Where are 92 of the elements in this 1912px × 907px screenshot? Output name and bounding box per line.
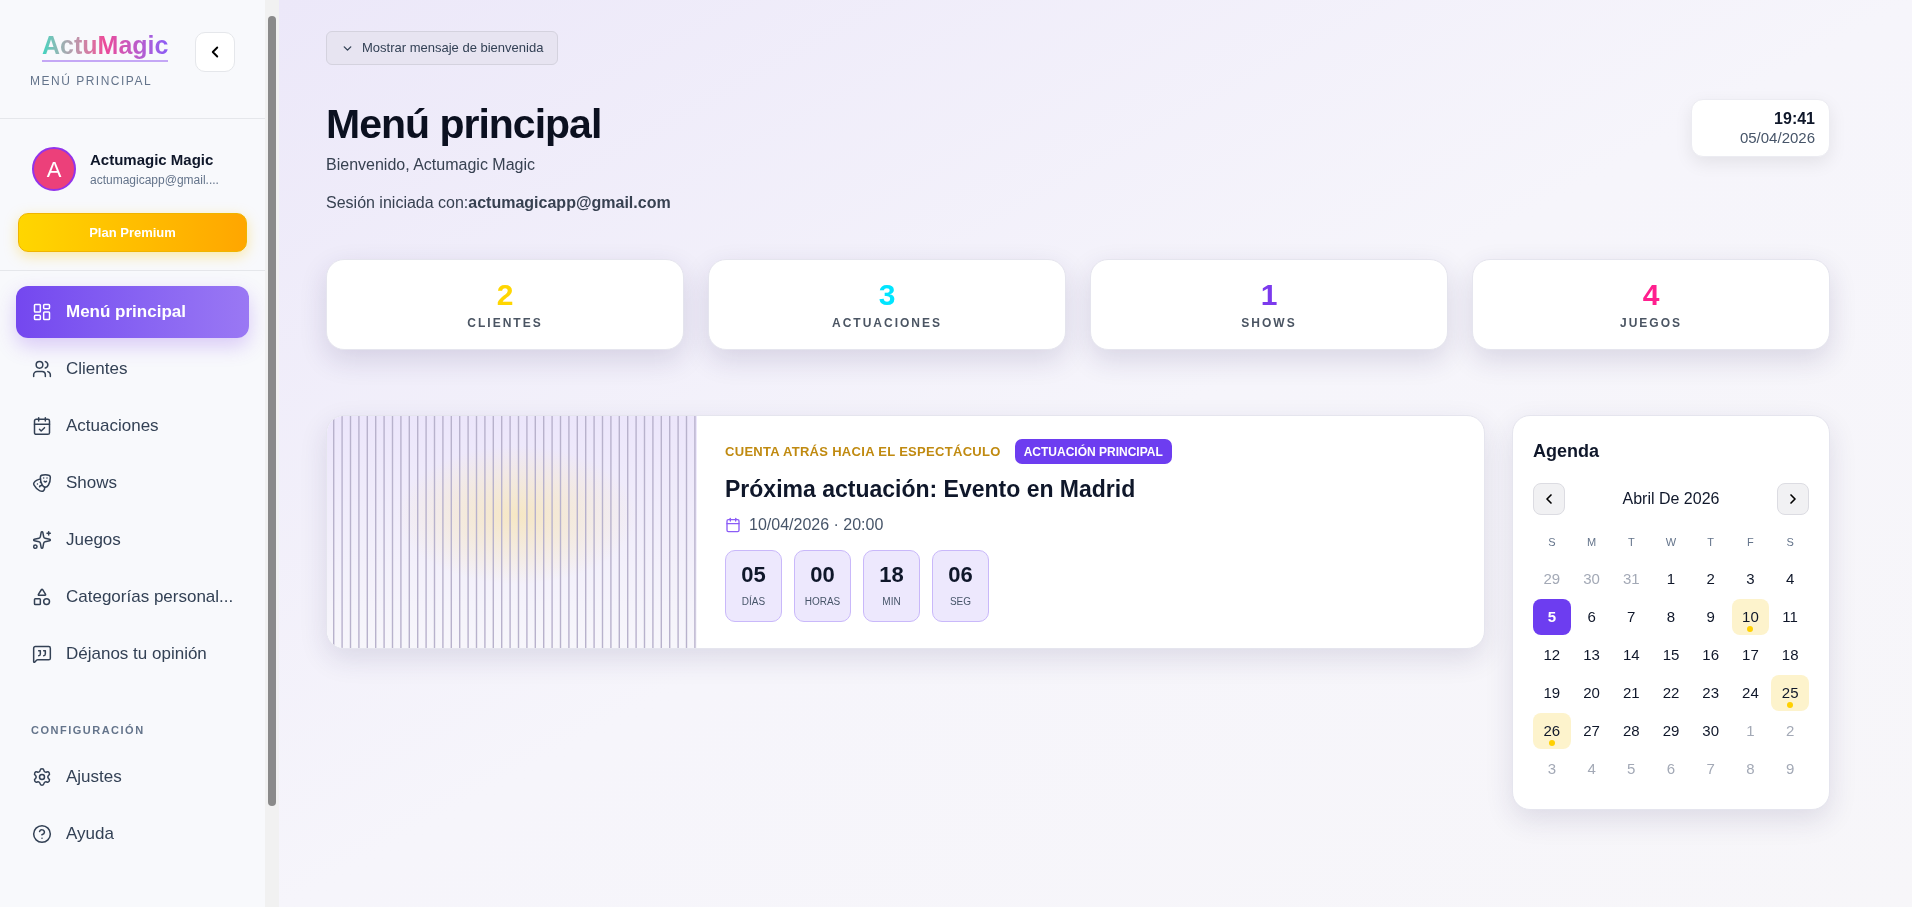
shapes-icon (32, 587, 52, 607)
calendar-day[interactable]: 24 (1731, 675, 1770, 711)
sidebar-item[interactable]: Déjanos tu opinión (16, 628, 249, 680)
sidebar-item[interactable]: Menú principal (16, 286, 249, 338)
calendar-icon (725, 516, 741, 533)
calendar-day[interactable]: 4 (1771, 561, 1809, 597)
weekday-label: W (1664, 534, 1678, 550)
weekday-label: T (1706, 534, 1716, 550)
event-datetime: 10/04/2026 · 20:00 (749, 514, 884, 535)
calendar-day[interactable]: 2 (1691, 561, 1730, 597)
sidebar-item[interactable]: Ayuda (16, 807, 249, 860)
countdown-value: 00 (810, 562, 835, 588)
countdown-label: DÍAS (741, 594, 766, 609)
calendar-day[interactable]: 10 (1731, 599, 1770, 635)
settings-icon (32, 766, 52, 787)
calendar-day[interactable]: 15 (1652, 637, 1690, 673)
stat-label: JUEGOS (1620, 314, 1682, 332)
countdown-eyebrow: CUENTA ATRÁS HACIA EL ESPECTÁCULO (725, 442, 1001, 461)
greeting-text: Bienvenido, Actumagic Magic (326, 155, 536, 175)
calendar-day[interactable]: 26 (1533, 713, 1571, 749)
calendar-day[interactable]: 27 (1572, 713, 1611, 749)
calendar-day[interactable]: 25 (1771, 675, 1809, 711)
calendar-day[interactable]: 14 (1612, 637, 1651, 673)
countdown-value: 18 (879, 562, 904, 588)
stat-label: CLIENTES (467, 314, 543, 332)
sidebar-item[interactable]: Shows (16, 457, 249, 509)
month-label: Abril De 2026 (1622, 489, 1720, 509)
masks-icon (32, 473, 52, 493)
sidebar-item[interactable]: Categorías personal... (16, 571, 249, 623)
session-text: Sesión iniciada con:actumagicapp@gmail.com (326, 193, 671, 213)
welcome-toggle-button[interactable]: Mostrar mensaje de bienvenida (326, 31, 559, 65)
sidebar-item[interactable]: Actuaciones (16, 400, 249, 452)
calendar-day[interactable]: 20 (1572, 675, 1611, 711)
section-heading: CONFIGURACIÓN (31, 723, 146, 738)
sparkles-icon (32, 530, 52, 550)
stat-value: 3 (878, 277, 896, 312)
calendar-day[interactable]: 8 (1652, 599, 1690, 635)
calendar-day[interactable]: 16 (1691, 637, 1730, 673)
weekday-label: M (1585, 534, 1598, 550)
calendar-day[interactable]: 19 (1533, 675, 1571, 711)
countdown-value: 06 (948, 562, 973, 588)
calendar-day[interactable]: 7 (1612, 599, 1651, 635)
stat-label: SHOWS (1241, 314, 1297, 332)
countdown-label: MIN (882, 595, 901, 609)
scrollbar[interactable] (265, 0, 279, 907)
sidebar-item[interactable]: Clientes (16, 343, 249, 395)
weekday-label: F (1746, 534, 1755, 550)
event-title: Próxima actuación: Evento en Madrid (725, 475, 1137, 504)
user-name: Actumagic Magic (90, 149, 215, 170)
countdown-label: SEG (949, 595, 972, 609)
calendar-title: Agenda (1533, 440, 1600, 463)
calendar-day[interactable]: 6 (1572, 599, 1611, 635)
calendar-day[interactable]: 28 (1612, 713, 1651, 749)
calendar-day[interactable]: 17 (1731, 637, 1770, 673)
calendar-day[interactable]: 9 (1691, 599, 1730, 635)
sidebar-item[interactable]: Ajustes (16, 750, 249, 803)
calendar-icon (32, 416, 52, 436)
status-badge: ACTUACIÓN PRINCIPAL (1014, 439, 1172, 464)
calendar-day[interactable]: 13 (1572, 637, 1611, 673)
stat-value: 2 (496, 277, 514, 312)
weekday-label: S (1547, 534, 1557, 550)
page-title: Menú principal (326, 100, 603, 149)
dashboard-icon (32, 302, 52, 322)
countdown-label: HORAS (804, 595, 841, 609)
stat-value: 4 (1642, 277, 1660, 312)
calendar-day[interactable]: 18 (1771, 637, 1809, 673)
previous-month-button[interactable] (1533, 483, 1565, 515)
calendar-day[interactable]: 21 (1612, 675, 1651, 711)
user-email: actumagicapp@gmail.... (90, 172, 219, 190)
message-icon (32, 644, 52, 664)
next-month-button[interactable] (1777, 483, 1809, 515)
calendar-day[interactable]: 29 (1652, 713, 1690, 749)
calendar-day[interactable]: 12 (1533, 637, 1571, 673)
weekday-label: T (1626, 534, 1636, 550)
stat-label: ACTUACIONES (832, 314, 942, 332)
calendar-day[interactable]: 22 (1652, 675, 1690, 711)
calendar-day[interactable]: 5 (1533, 599, 1571, 635)
sidebar-subtitle: MENÚ PRINCIPAL (30, 72, 153, 90)
avatar: A (32, 147, 76, 191)
countdown-value: 05 (741, 562, 766, 588)
sidebar-item[interactable]: Juegos (16, 514, 249, 566)
clock-time: 19:41 (1774, 109, 1815, 128)
calendar-day[interactable]: 1 (1652, 561, 1690, 597)
calendar-day[interactable]: 3 (1731, 561, 1770, 597)
users-icon (32, 359, 52, 379)
calendar-day[interactable]: 11 (1771, 599, 1809, 635)
clock-date: 05/04/2026 (1739, 128, 1815, 147)
weekday-label: S (1785, 534, 1795, 550)
calendar-day[interactable]: 23 (1691, 675, 1730, 711)
stat-value: 1 (1260, 277, 1278, 312)
help-icon (32, 823, 52, 844)
calendar-day[interactable]: 30 (1691, 713, 1730, 749)
